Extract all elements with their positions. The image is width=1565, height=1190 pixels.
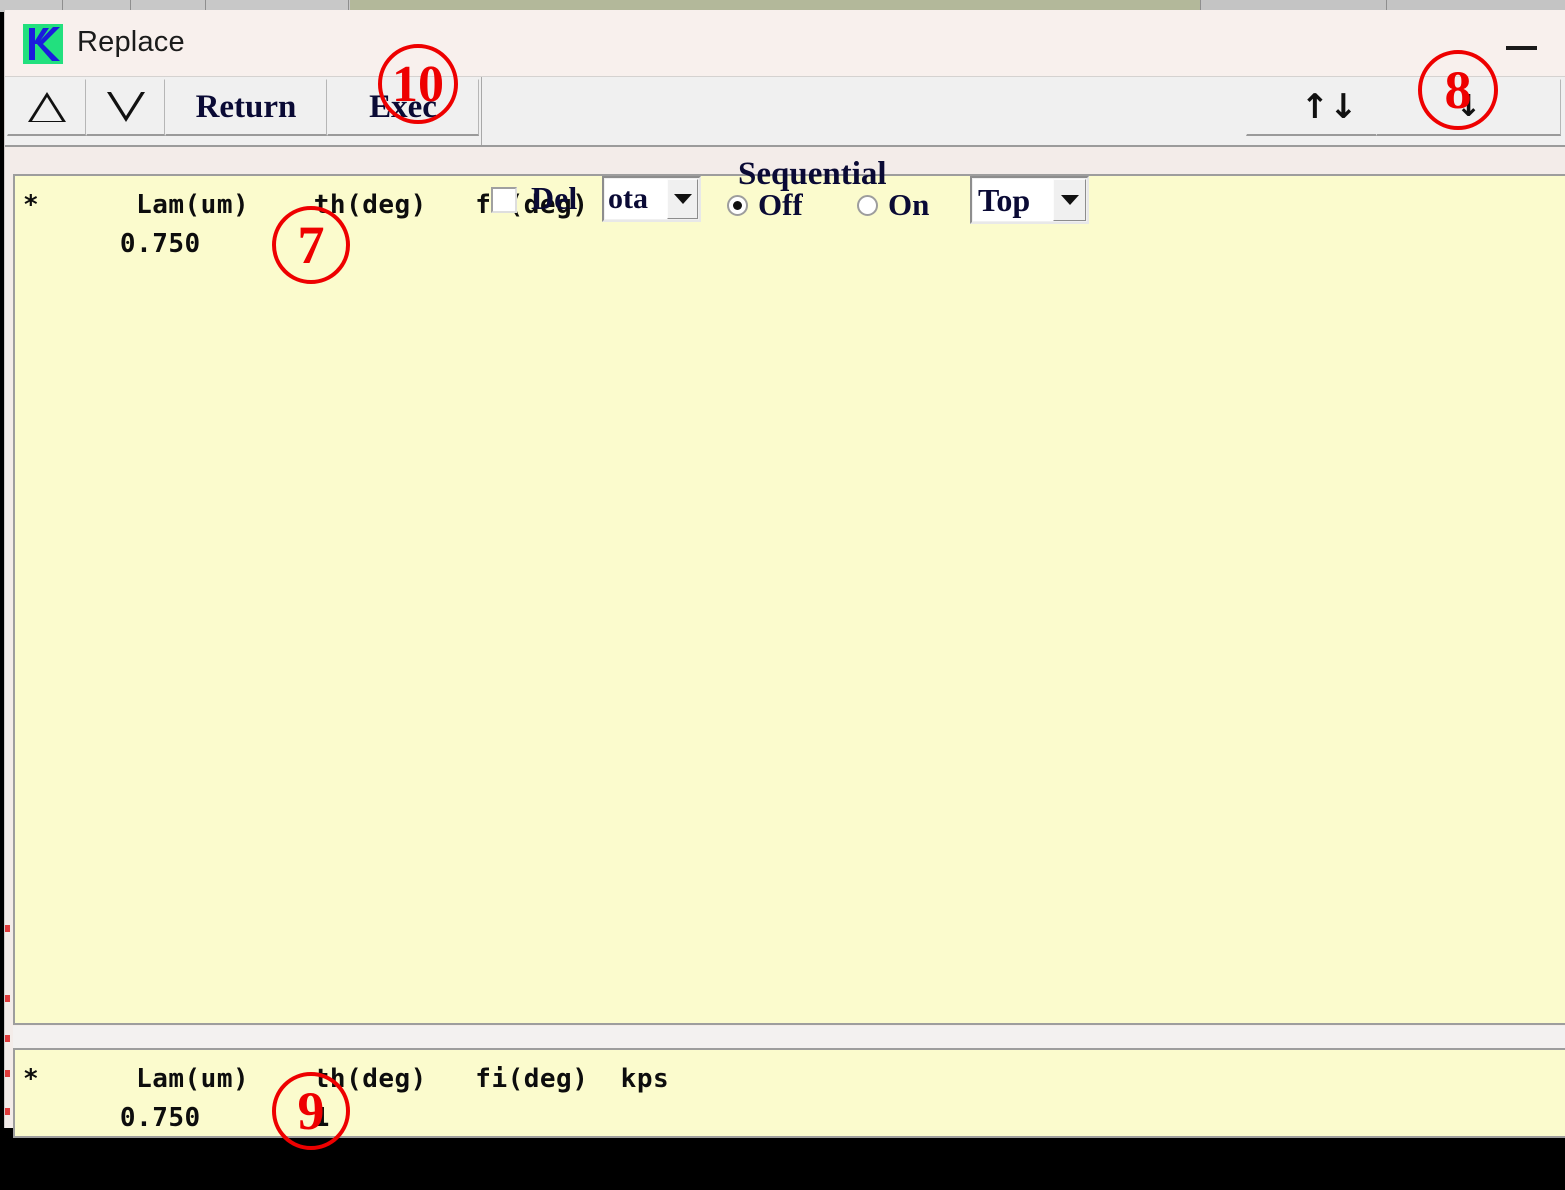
minimize-button[interactable] (1499, 20, 1545, 66)
down-arrow-icon: ↓ (1455, 89, 1482, 124)
triangle-down-icon (106, 92, 145, 122)
jump-button[interactable]: ↓ (1376, 79, 1561, 136)
radio-selected-icon (727, 194, 748, 216)
main-text-panel[interactable]: * Lam(um) th(deg) fi(deg) kps 0.750 (13, 174, 1565, 1025)
toolbar: Return Exec Del ota Sequential Off On To… (5, 76, 1565, 224)
up-down-arrow-icon: ↑↓ (1300, 87, 1358, 127)
main-panel-data-row: 0.750 (23, 229, 201, 259)
minimize-icon (1506, 46, 1537, 50)
edge-mark (5, 995, 10, 1002)
exec-button[interactable]: Exec (327, 79, 479, 136)
sequential-off-radio[interactable]: Off (727, 187, 803, 223)
sub-panel-data-row: 0.750 1 (23, 1103, 330, 1133)
toolbar-separator (481, 77, 482, 145)
sub-text-panel[interactable]: * Lam(um) th(deg) fi(deg) kps 0.750 1 (13, 1048, 1565, 1138)
page-title: Replace (77, 26, 185, 58)
replace-window: Replace Return Exec Del ota Sequential O… (4, 10, 1565, 1138)
kaleido-app-icon (23, 24, 63, 64)
sub-panel-header: * Lam(um) th(deg) fi(deg) kps (23, 1064, 670, 1094)
del-label: Del (531, 180, 578, 216)
title-bar: Replace (5, 10, 1565, 76)
position-select[interactable]: Top (970, 176, 1089, 224)
mode-select-value: ota (605, 179, 667, 219)
chevron-down-icon (1060, 195, 1079, 205)
del-checkbox[interactable] (491, 187, 517, 213)
mode-select[interactable]: ota (602, 176, 701, 222)
edge-mark (5, 1035, 10, 1042)
sequential-on-label: On (888, 187, 930, 222)
sequential-off-label: Off (758, 187, 803, 222)
radio-unselected-icon (857, 194, 878, 216)
panel-divider (13, 1026, 1565, 1048)
move-down-button[interactable] (86, 79, 165, 136)
edge-mark (5, 1070, 10, 1077)
triangle-up-icon (27, 92, 66, 122)
edge-mark (5, 1108, 10, 1115)
return-button[interactable]: Return (165, 79, 327, 136)
sequential-on-radio[interactable]: On (857, 187, 929, 223)
mode-select-arrow[interactable] (667, 179, 698, 219)
position-select-value: Top (973, 179, 1053, 221)
position-select-arrow[interactable] (1053, 179, 1086, 221)
chevron-down-icon (673, 194, 692, 204)
move-up-button[interactable] (7, 79, 86, 136)
edge-mark (5, 925, 10, 932)
